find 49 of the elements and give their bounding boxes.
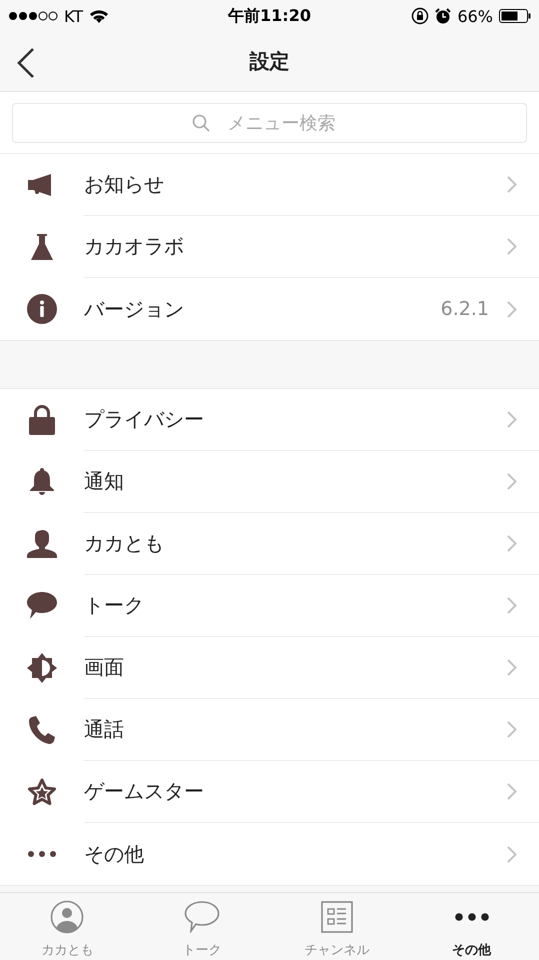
tab[interactable]: その他 xyxy=(404,893,539,960)
battery-icon xyxy=(499,9,531,23)
speech-bubble-icon xyxy=(184,901,220,933)
settings-row[interactable]: バージョン 6.2.1 xyxy=(0,278,539,340)
chevron-right-icon xyxy=(507,238,517,255)
settings-row[interactable]: お知らせ xyxy=(0,154,539,216)
alarm-icon xyxy=(435,8,452,24)
chevron-right-icon xyxy=(507,176,517,193)
brightness-icon xyxy=(27,653,57,683)
version-number: 6.2.1 xyxy=(440,298,489,320)
chevron-right-icon xyxy=(507,721,517,738)
settings-row[interactable]: カカオラボ xyxy=(0,216,539,278)
settings-row[interactable]: その他 xyxy=(0,823,539,885)
settings-row[interactable]: カカとも xyxy=(0,513,539,575)
speech-bubble-icon xyxy=(27,592,57,620)
chevron-right-icon xyxy=(507,300,517,318)
carrier: KT xyxy=(64,6,84,26)
screen-title: 設定 xyxy=(250,48,290,75)
info-icon xyxy=(27,294,57,324)
chevron-right-icon xyxy=(507,846,517,862)
settings-row[interactable]: 通知 xyxy=(0,451,539,513)
channel-icon xyxy=(320,901,353,933)
profile-icon xyxy=(50,900,84,934)
flask-icon xyxy=(31,234,53,260)
clock: 午前11:20 xyxy=(228,6,311,26)
settings-row[interactable]: プライバシー xyxy=(0,389,539,451)
settings-row[interactable]: 通話 xyxy=(0,699,539,761)
bell-icon xyxy=(30,468,54,496)
more-icon xyxy=(454,913,489,921)
rotation-lock-icon xyxy=(411,7,430,25)
lock-icon xyxy=(29,405,55,435)
phone-icon xyxy=(29,716,55,744)
chevron-right-icon xyxy=(507,473,517,490)
battery-percent: 66% xyxy=(457,6,493,26)
chevron-right-icon xyxy=(507,535,517,552)
chevron-right-icon xyxy=(507,597,517,614)
signal-icon xyxy=(8,11,58,21)
settings-row[interactable]: ゲームスター xyxy=(0,761,539,823)
search-icon xyxy=(192,114,210,132)
chevron-right-icon xyxy=(507,783,517,800)
search-field[interactable]: メニュー検索 xyxy=(12,103,527,143)
star-icon xyxy=(27,778,57,806)
more-icon xyxy=(28,851,56,857)
settings-row[interactable]: 画面 xyxy=(0,637,539,699)
wifi-icon xyxy=(89,9,110,23)
settings-row[interactable]: トーク xyxy=(0,575,539,637)
chevron-right-icon xyxy=(507,659,517,676)
chevron-right-icon xyxy=(507,411,517,428)
person-icon xyxy=(27,530,57,558)
